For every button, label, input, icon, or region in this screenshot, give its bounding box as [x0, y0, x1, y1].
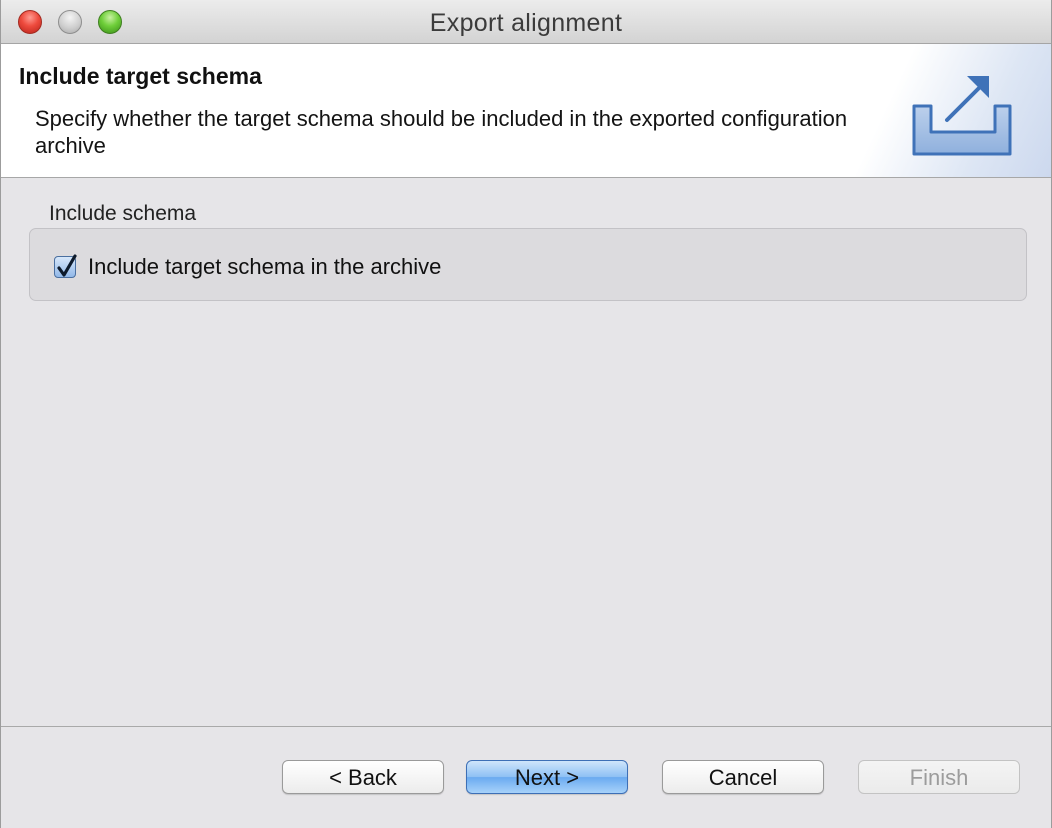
window-title: Export alignment: [429, 9, 623, 37]
button-bar: < Back Next > Cancel Finish: [1, 726, 1051, 828]
next-button[interactable]: Next >: [466, 760, 628, 794]
checkbox-label: Include target schema in the archive: [88, 254, 442, 279]
include-target-schema-option[interactable]: Include target schema in the archive: [54, 253, 441, 281]
title-bar[interactable]: Export alignment: [1, 0, 1051, 44]
cancel-button[interactable]: Cancel: [662, 760, 824, 794]
export-alignment-dialog: Export alignment Include target schema S…: [0, 0, 1052, 828]
page-title: Include target schema: [19, 63, 262, 89]
back-button[interactable]: < Back: [282, 760, 444, 794]
page-description: Specify whether the target schema should…: [35, 106, 848, 158]
include-schema-group: Include target schema in the archive: [29, 228, 1027, 301]
checkmark-icon: [57, 254, 77, 277]
group-label: Include schema: [49, 202, 197, 225]
include-target-schema-checkbox[interactable]: [54, 254, 77, 278]
wizard-content: Include schema Include target schema in …: [1, 178, 1051, 726]
wizard-header: Include target schema Specify whether th…: [1, 44, 1051, 178]
export-icon: [909, 70, 1015, 158]
finish-button[interactable]: Finish: [858, 760, 1020, 794]
